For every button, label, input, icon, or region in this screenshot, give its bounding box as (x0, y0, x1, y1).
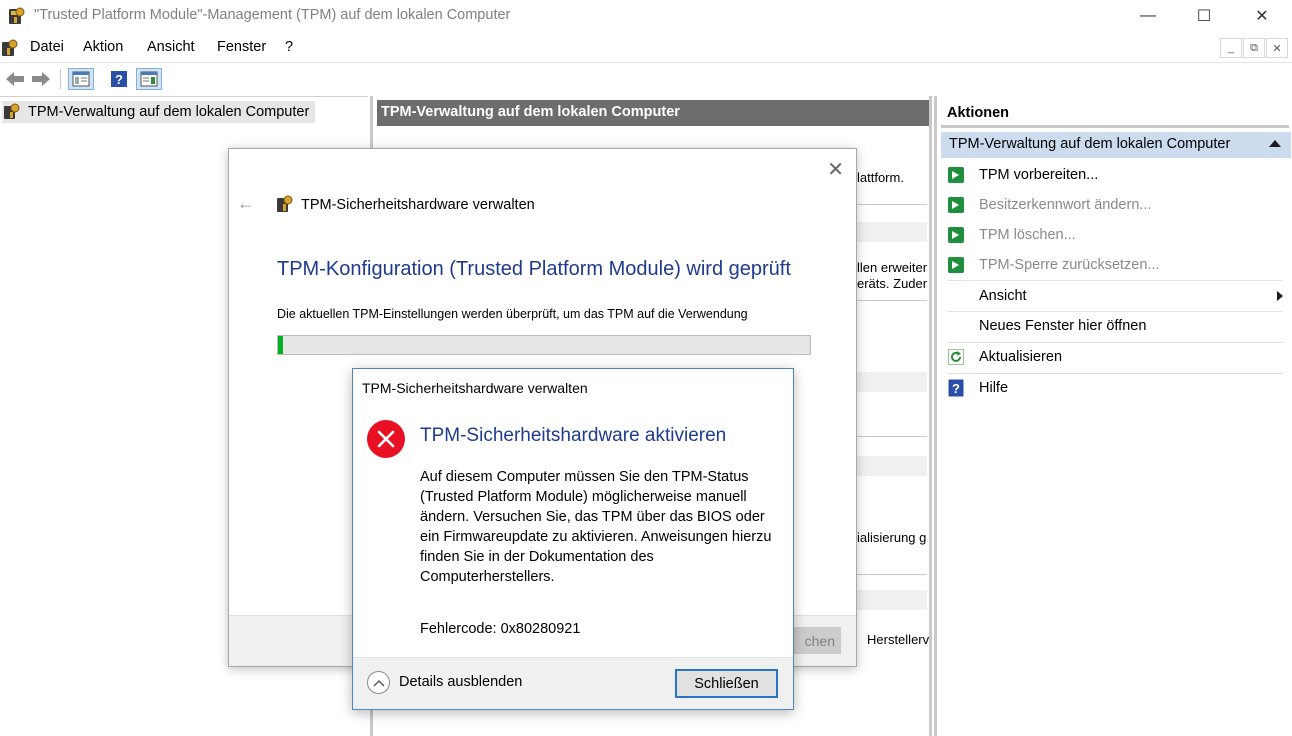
show-hide-tree-button[interactable] (68, 68, 94, 90)
action-aktualisieren[interactable]: Aktualisieren (947, 344, 1283, 370)
section-divider (857, 436, 927, 437)
go-icon (948, 257, 964, 273)
go-icon (948, 227, 964, 243)
menu-help[interactable]: ? (285, 39, 293, 55)
actions-divider (947, 280, 1283, 281)
section-band (857, 372, 927, 392)
refresh-icon (948, 349, 964, 365)
go-icon (948, 197, 964, 213)
console-tree-icon (72, 71, 90, 87)
help-icon: ? (948, 379, 964, 397)
error-dialog-title: TPM-Sicherheitshardware verwalten (362, 380, 588, 396)
forward-button[interactable] (30, 68, 52, 90)
close-window-button[interactable]: ✕ (1234, 0, 1290, 32)
actions-section-title: TPM-Verwaltung auf dem lokalen Computer (949, 136, 1231, 152)
error-dialog-footer: Details ausblenden Schließen (353, 657, 793, 709)
action-tpm-sperre-zuruecksetzen: TPM-Sperre zurücksetzen... (947, 252, 1283, 278)
actions-divider (947, 311, 1283, 312)
content-fragment: Herstellerv (867, 632, 930, 647)
error-heading: TPM-Sicherheitshardware aktivieren (420, 425, 727, 446)
section-band (857, 590, 927, 610)
actions-pane: Aktionen TPM-Verwaltung auf dem lokalen … (934, 96, 1292, 736)
actions-divider (947, 342, 1283, 343)
wizard-back-button[interactable]: ← (237, 193, 255, 214)
action-ansicht[interactable]: Ansicht (947, 283, 1283, 309)
title-bar: "Trusted Platform Module"-Management (TP… (0, 0, 1292, 32)
error-dialog: TPM-Sicherheitshardware verwalten TPM-Si… (352, 368, 794, 710)
window-title: "Trusted Platform Module"-Management (TP… (34, 7, 511, 23)
menu-datei[interactable]: Datei (30, 39, 64, 55)
menu-fenster[interactable]: Fenster (217, 39, 266, 55)
console-icon (2, 39, 18, 56)
action-label: Neues Fenster hier öffnen (979, 318, 1147, 334)
section-band (857, 456, 927, 476)
action-pane-icon (140, 71, 158, 87)
action-tpm-loeschen: TPM löschen... (947, 222, 1283, 248)
svg-text:?: ? (952, 381, 960, 396)
mdi-minimize-button[interactable]: _ (1220, 38, 1242, 58)
show-hide-action-pane-button[interactable] (136, 68, 162, 90)
toolbar: ? (0, 62, 1292, 94)
action-label: Hilfe (979, 380, 1009, 396)
tree-item-tpm-root[interactable]: TPM-Verwaltung auf dem lokalen Computer (2, 101, 316, 123)
action-hilfe[interactable]: ? Hilfe (947, 375, 1283, 401)
back-arrow-icon (6, 72, 24, 86)
action-label: Besitzerkennwort ändern... (979, 197, 1152, 213)
toolbar-separator (60, 69, 61, 89)
actions-header: Aktionen (941, 102, 1289, 128)
wizard-heading: TPM-Konfiguration (Trusted Platform Modu… (277, 258, 791, 280)
action-label: Ansicht (979, 288, 1027, 304)
actions-divider (947, 373, 1283, 374)
details-toggle-button[interactable] (367, 671, 390, 694)
tpm-key-icon (9, 7, 25, 24)
details-toggle-label[interactable]: Details ausblenden (399, 674, 522, 690)
go-icon (948, 167, 964, 183)
content-fragment: eräts. Zuder (857, 276, 928, 291)
collapse-caret-icon[interactable] (1269, 140, 1281, 147)
wizard-close-button[interactable]: ✕ (827, 157, 844, 182)
actions-section-header[interactable]: TPM-Verwaltung auf dem lokalen Computer (941, 132, 1291, 158)
content-fragment: lattform. (857, 170, 904, 185)
section-divider (857, 300, 927, 301)
wizard-description: Die aktuellen TPM-Einstellungen werden ü… (277, 307, 748, 321)
content-fragment: llen erweiter (857, 260, 928, 275)
error-message: Auf diesem Computer müssen Sie den TPM-S… (420, 469, 772, 585)
tree-item-label: TPM-Verwaltung auf dem lokalen Computer (28, 104, 310, 120)
menu-bar: Datei Aktion Ansicht Fenster ? _ ⧉ ✕ (0, 34, 1292, 60)
mdi-close-button[interactable]: ✕ (1266, 38, 1288, 58)
result-pane-header: TPM-Verwaltung auf dem lokalen Computer (377, 100, 929, 126)
action-besitzerkennwort-aendern: Besitzerkennwort ändern... (947, 192, 1283, 218)
chevron-up-icon (373, 679, 384, 686)
action-tpm-vorbereiten[interactable]: TPM vorbereiten... (947, 162, 1283, 188)
svg-text:?: ? (115, 72, 123, 87)
action-label: TPM-Sperre zurücksetzen... (979, 257, 1160, 273)
maximize-button[interactable]: ☐ (1176, 0, 1232, 32)
error-icon (367, 420, 405, 458)
action-label: TPM löschen... (979, 227, 1076, 243)
menu-aktion[interactable]: Aktion (83, 39, 123, 55)
menu-ansicht[interactable]: Ansicht (147, 39, 195, 55)
help-icon: ? (111, 71, 127, 87)
mdi-restore-button[interactable]: ⧉ (1243, 38, 1265, 58)
forward-arrow-icon (32, 72, 50, 86)
section-divider (857, 574, 927, 575)
error-code: Fehlercode: 0x80280921 (420, 621, 581, 637)
action-neues-fenster[interactable]: Neues Fenster hier öffnen (947, 313, 1283, 339)
section-divider (857, 204, 927, 205)
minimize-button[interactable]: — (1120, 0, 1176, 32)
section-band (857, 222, 927, 242)
progress-fill (278, 336, 284, 354)
wizard-title: TPM-Sicherheitshardware verwalten (301, 197, 535, 213)
close-button[interactable]: Schließen (675, 669, 778, 698)
wizard-progress-bar (277, 335, 811, 355)
back-button[interactable] (4, 68, 26, 90)
tpm-key-icon (4, 103, 20, 119)
tpm-key-icon (277, 195, 293, 212)
action-label: TPM vorbereiten... (979, 167, 1099, 183)
content-fragment: ialisierung g (857, 530, 927, 545)
submenu-arrow-icon (1277, 291, 1283, 301)
action-label: Aktualisieren (979, 349, 1063, 365)
help-toolbar-button[interactable]: ? (108, 68, 130, 90)
